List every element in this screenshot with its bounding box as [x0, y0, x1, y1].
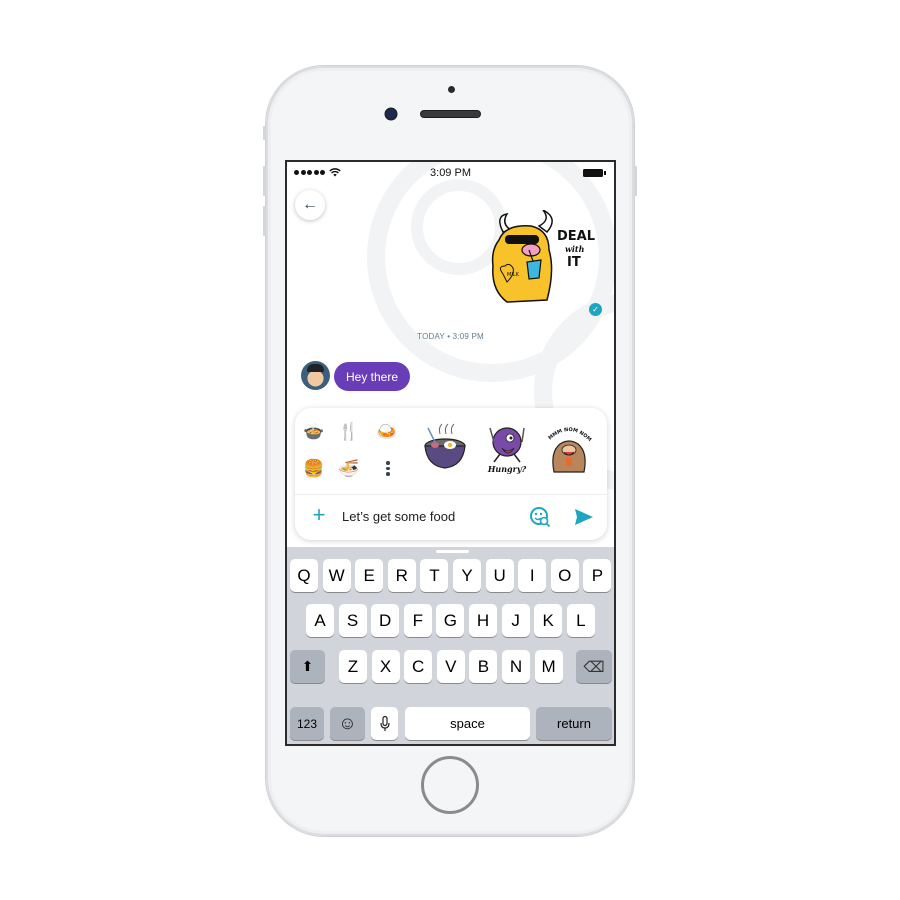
- sticker-caption: Hungry?: [487, 464, 527, 474]
- message-timestamp: TODAY • 3:09 PM: [417, 332, 484, 341]
- ramen-bowl-sticker[interactable]: [418, 422, 472, 476]
- key-c[interactable]: C: [404, 650, 433, 683]
- back-button[interactable]: ←: [295, 190, 325, 220]
- sticker-caption-line-1: DEAL: [557, 229, 595, 244]
- sent-sticker-deal-with-it[interactable]: MILK DEAL with IT: [485, 210, 597, 306]
- key-u[interactable]: U: [485, 559, 514, 592]
- milk-cup: [526, 259, 542, 280]
- key-j[interactable]: J: [501, 604, 530, 637]
- sticker-caption-line-2: with: [565, 244, 585, 254]
- avatar[interactable]: [301, 361, 330, 390]
- sunglasses: [505, 235, 539, 244]
- emoji-suggestion-curry-rice[interactable]: 🍛: [376, 421, 398, 443]
- emoji-suggestion-hamburger[interactable]: 🍔: [303, 458, 325, 480]
- volume-up-button: [263, 166, 266, 196]
- dictation-key[interactable]: [371, 707, 398, 740]
- emoji-suggestion-steaming-bowl[interactable]: 🍜: [338, 458, 360, 480]
- key-n[interactable]: N: [502, 650, 530, 683]
- key-e[interactable]: E: [355, 559, 384, 592]
- sticker-caption-line-3: IT: [567, 255, 581, 270]
- hungry-purple-monster-sticker[interactable]: Hungry?: [480, 422, 534, 476]
- emoji-icon: ☺: [338, 713, 357, 733]
- return-key[interactable]: return: [536, 707, 612, 740]
- emoji-suggestion-pot-of-food[interactable]: 🍲: [303, 421, 325, 443]
- shift-key[interactable]: ⬆: [290, 650, 325, 683]
- keyboard-drag-handle[interactable]: [436, 550, 469, 553]
- mmm-nom-noms-sloth-sticker[interactable]: MMM NOM NOMS: [542, 422, 596, 476]
- status-time: 3:09 PM: [430, 167, 471, 179]
- space-key[interactable]: space: [405, 707, 530, 740]
- compose-card: 🍲 🍴 🍛 🍔 🍜 Hungry? MMM NOM NOMS: [295, 408, 607, 540]
- emoji-key[interactable]: ☺: [330, 707, 365, 740]
- plus-icon[interactable]: +: [309, 504, 329, 528]
- power-button: [634, 166, 637, 196]
- sticker-search-icon[interactable]: [529, 506, 551, 528]
- key-b[interactable]: B: [469, 650, 498, 683]
- shift-icon: ⬆: [301, 658, 314, 674]
- key-l[interactable]: L: [566, 604, 595, 637]
- send-icon[interactable]: [573, 507, 595, 527]
- battery-icon: [583, 169, 606, 177]
- home-button[interactable]: [421, 756, 479, 814]
- volume-down-button: [263, 206, 266, 236]
- key-v[interactable]: V: [436, 650, 465, 683]
- mute-switch: [263, 126, 266, 140]
- key-z[interactable]: Z: [339, 650, 367, 683]
- status-bar: 3:09 PM: [287, 162, 614, 184]
- proximity-sensor: [448, 86, 455, 93]
- delete-icon: ⌫: [583, 658, 605, 676]
- compose-divider: [295, 494, 607, 495]
- key-k[interactable]: K: [534, 604, 563, 637]
- key-x[interactable]: X: [371, 650, 400, 683]
- key-t[interactable]: T: [420, 559, 449, 592]
- key-w[interactable]: W: [322, 559, 351, 592]
- key-g[interactable]: G: [436, 604, 465, 637]
- key-q[interactable]: Q: [290, 559, 318, 592]
- key-y[interactable]: Y: [453, 559, 481, 592]
- front-camera: [386, 109, 396, 119]
- keyboard: QWERTYUIOP ASDFGHJKL ZXCVBNM ⬆ ⌫ 123 ☺ s…: [287, 547, 614, 744]
- more-vertical-icon[interactable]: [386, 461, 390, 476]
- bull-horn-right: [537, 210, 553, 234]
- key-i[interactable]: I: [518, 559, 547, 592]
- key-f[interactable]: F: [403, 604, 432, 637]
- sticker-caption: MMM NOM NOMS: [542, 422, 592, 443]
- key-p[interactable]: P: [583, 559, 612, 592]
- key-o[interactable]: O: [550, 559, 579, 592]
- key-r[interactable]: R: [387, 559, 416, 592]
- delete-key[interactable]: ⌫: [576, 650, 612, 683]
- emoji-suggestion-fork-and-knife[interactable]: 🍴: [338, 421, 360, 443]
- screen: 3:09 PM ← MILK DEAL with IT ✓ TODAY • 3:…: [285, 160, 616, 746]
- microphone-icon: [379, 715, 390, 731]
- key-m[interactable]: M: [534, 650, 563, 683]
- arrow-left-icon: ←: [302, 196, 318, 213]
- numbers-key[interactable]: 123: [290, 707, 324, 740]
- key-s[interactable]: S: [338, 604, 367, 637]
- svg-text:MMM NOM NOMS: MMM NOM NOMS: [542, 422, 592, 443]
- incoming-message-bubble[interactable]: Hey there: [334, 362, 411, 391]
- key-h[interactable]: H: [469, 604, 497, 637]
- message-input[interactable]: Let’s get some food: [342, 509, 455, 524]
- earpiece-speaker: [421, 111, 480, 117]
- tattoo-text: MILK: [507, 272, 520, 278]
- key-a[interactable]: A: [306, 604, 334, 637]
- double-check-icon: ✓: [589, 303, 602, 316]
- key-d[interactable]: D: [371, 604, 400, 637]
